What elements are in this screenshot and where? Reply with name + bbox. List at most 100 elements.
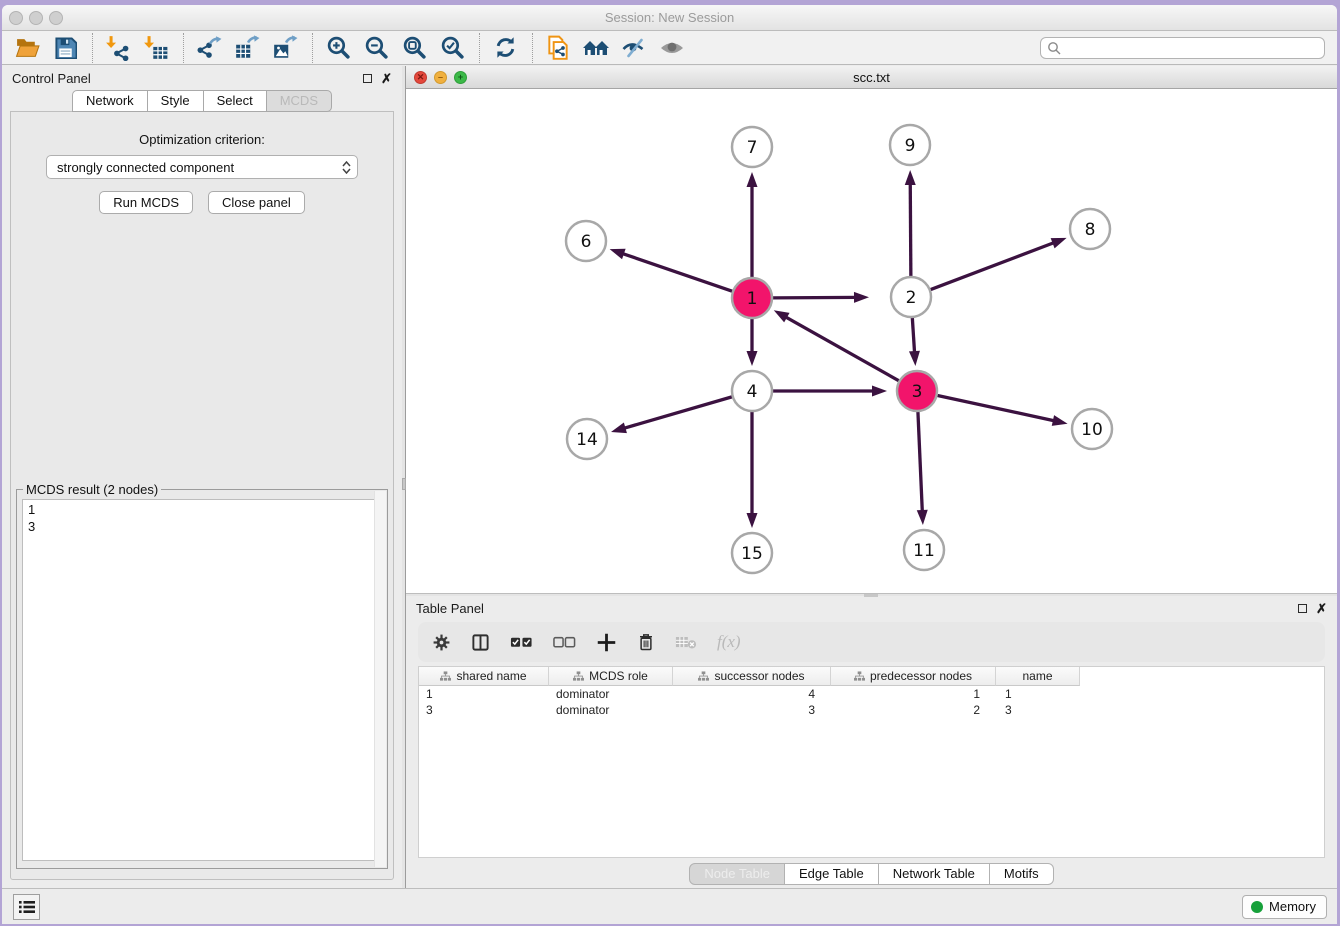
open-file-icon[interactable]	[12, 34, 42, 62]
add-column-icon[interactable]	[596, 632, 617, 653]
tab-edge-table[interactable]: Edge Table	[785, 863, 879, 885]
zoom-out-icon[interactable]	[361, 34, 391, 62]
close-panel-icon[interactable]: ✗	[1316, 602, 1327, 615]
status-bar: Memory	[2, 888, 1337, 924]
node-table-header-row: shared nameMCDS rolesuccessor nodesprede…	[419, 667, 1324, 686]
column-header-name[interactable]: name	[996, 667, 1080, 686]
graph-node-label: 11	[913, 541, 935, 561]
table-cell: 2	[831, 702, 996, 718]
column-header-MCDS-role[interactable]: MCDS role	[549, 667, 673, 686]
table-cell: 3	[419, 702, 549, 718]
graph-edge-3-1[interactable]	[784, 316, 898, 381]
graph-edge-arrowhead	[774, 310, 790, 322]
graph-node-label: 15	[741, 544, 763, 564]
graph-edge-1-6[interactable]	[621, 253, 732, 291]
tab-mcds[interactable]: MCDS	[267, 90, 332, 112]
export-table-icon[interactable]	[232, 34, 262, 62]
column-header-shared-name[interactable]: shared name	[419, 667, 549, 686]
column-header-predecessor-nodes[interactable]: predecessor nodes	[831, 667, 996, 686]
close-panel-button[interactable]: Close panel	[208, 191, 305, 214]
deselect-rows-icon[interactable]	[553, 635, 576, 649]
zoom-in-icon[interactable]	[323, 34, 353, 62]
memory-button[interactable]: Memory	[1242, 895, 1327, 919]
mcds-result-line: 1	[28, 501, 381, 518]
tab-node-table[interactable]: Node Table	[689, 863, 785, 885]
show-all-icon[interactable]	[657, 34, 687, 62]
column-header-successor-nodes[interactable]: successor nodes	[673, 667, 831, 686]
tree-icon	[854, 671, 865, 682]
window-title: Session: New Session	[2, 10, 1337, 25]
refresh-icon[interactable]	[490, 34, 520, 62]
first-neighbors-icon[interactable]	[581, 34, 611, 62]
mcds-result-text[interactable]: 13	[22, 499, 382, 861]
toolbar-separator	[183, 33, 184, 63]
control-panel: Control Panel ✗ NetworkStyleSelectMCDS O…	[2, 66, 402, 888]
result-scrollbar[interactable]	[374, 491, 386, 867]
table-row[interactable]: 3dominator323	[419, 702, 1324, 718]
horizontal-splitter[interactable]	[406, 593, 1337, 596]
network-canvas[interactable]: 1234678910111415	[406, 89, 1337, 593]
gear-icon[interactable]	[432, 633, 451, 652]
graph-edge-4-14[interactable]	[623, 397, 732, 429]
graph-edge-arrowhead	[747, 172, 758, 187]
graph-edge-2-9[interactable]	[910, 182, 911, 276]
table-cell: 4	[673, 686, 831, 702]
optimization-criterion-label: Optimization criterion:	[139, 132, 265, 147]
list-icon	[19, 900, 35, 914]
table-row[interactable]: 1dominator411	[419, 686, 1324, 702]
task-history-button[interactable]	[13, 894, 40, 920]
toolbar-separator	[479, 33, 480, 63]
tab-style[interactable]: Style	[148, 90, 204, 112]
graph-edge-arrowhead	[747, 513, 758, 528]
float-panel-icon[interactable]	[1298, 604, 1307, 613]
tab-motifs[interactable]: Motifs	[990, 863, 1054, 885]
import-table-icon[interactable]	[141, 34, 171, 62]
titlebar: Session: New Session	[2, 5, 1337, 31]
table-panel-title: Table Panel	[416, 601, 484, 616]
function-builder-icon[interactable]: f(x)	[717, 632, 741, 652]
graph-edge-arrowhead	[610, 249, 626, 259]
dropdown-stepper-icon	[342, 161, 351, 174]
search-icon	[1047, 41, 1061, 55]
mcds-panel: Optimization criterion: strongly connect…	[10, 111, 394, 880]
tab-network-table[interactable]: Network Table	[879, 863, 990, 885]
graph-edge-3-11[interactable]	[918, 412, 922, 513]
graph-edge-2-3[interactable]	[912, 318, 914, 354]
graph-edge-arrowhead	[905, 170, 916, 185]
graph-edge-2-8[interactable]	[931, 242, 1056, 289]
search-input[interactable]	[1040, 37, 1325, 59]
graph-edge-arrowhead	[872, 386, 887, 397]
zoom-selected-icon[interactable]	[437, 34, 467, 62]
table-panel: Table Panel ✗	[406, 596, 1337, 888]
graph-node-label: 10	[1081, 420, 1103, 440]
optimization-criterion-select[interactable]: strongly connected component	[46, 155, 358, 179]
table-toolbar: f(x)	[418, 622, 1325, 662]
tab-network[interactable]: Network	[72, 90, 148, 112]
close-panel-icon[interactable]: ✗	[381, 72, 392, 85]
select-all-rows-icon[interactable]	[510, 635, 533, 649]
run-mcds-button[interactable]: Run MCDS	[99, 191, 193, 214]
delete-column-icon[interactable]	[637, 632, 655, 652]
zoom-fit-icon[interactable]	[399, 34, 429, 62]
memory-status-icon	[1251, 901, 1263, 913]
save-session-icon[interactable]	[50, 34, 80, 62]
float-panel-icon[interactable]	[363, 74, 372, 83]
split-columns-icon[interactable]	[471, 633, 490, 652]
export-network-icon[interactable]	[194, 34, 224, 62]
clone-network-icon[interactable]	[543, 34, 573, 62]
mcds-result-title: MCDS result (2 nodes)	[23, 482, 161, 497]
table-tab-bar: Node TableEdge TableNetwork TableMotifs	[406, 863, 1337, 885]
hide-selected-icon[interactable]	[619, 34, 649, 62]
graph-edge-3-10[interactable]	[938, 395, 1056, 421]
table-cell: 3	[673, 702, 831, 718]
graph-node-label: 3	[912, 382, 923, 402]
export-image-icon[interactable]	[270, 34, 300, 62]
graph-edge-arrowhead	[909, 351, 920, 366]
tree-icon	[698, 671, 709, 682]
mcds-result-group: MCDS result (2 nodes) 13	[16, 489, 388, 869]
graph-edge-1-2[interactable]	[773, 297, 857, 298]
tab-select[interactable]: Select	[204, 90, 267, 112]
import-network-icon[interactable]	[103, 34, 133, 62]
splitter-handle[interactable]	[864, 594, 878, 597]
delete-table-icon[interactable]	[675, 635, 697, 650]
